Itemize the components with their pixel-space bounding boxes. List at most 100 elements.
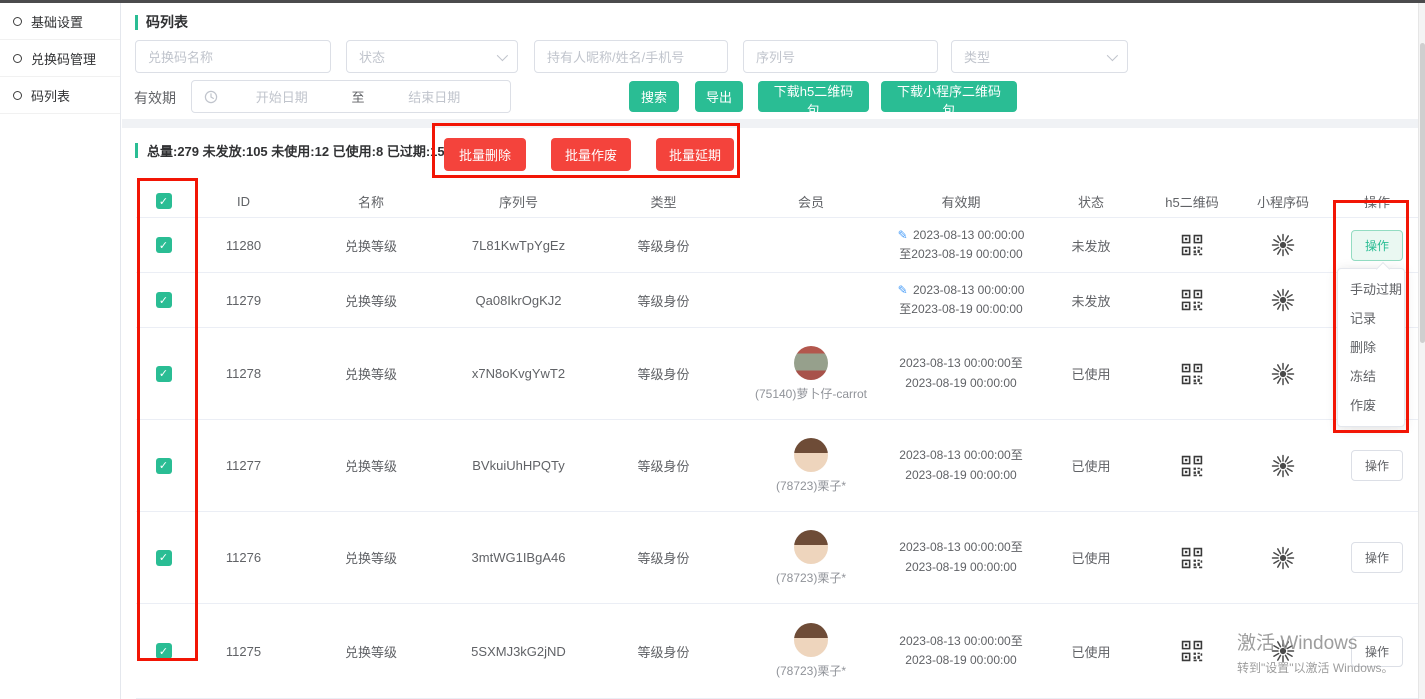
member-avatar bbox=[794, 438, 828, 472]
holder-input[interactable]: 持有人昵称/姓名/手机号 bbox=[534, 40, 728, 73]
chevron-down-icon bbox=[497, 49, 508, 60]
member-avatar bbox=[794, 530, 828, 564]
title-accent-bar bbox=[135, 15, 138, 30]
qr-code-icon bbox=[1181, 640, 1203, 662]
cell-serial: 3mtWG1IBgA46 bbox=[446, 550, 591, 565]
table-panel: 总量:279 未发放:105 未使用:12 已使用:8 已过期:154 批量删除… bbox=[122, 128, 1425, 699]
cell-type: 等级身份 bbox=[591, 236, 736, 255]
cell-serial: Qa08IkrOgKJ2 bbox=[446, 293, 591, 308]
member-label: (78723)栗子* bbox=[776, 569, 846, 586]
range-separator: 至 bbox=[346, 87, 371, 106]
cell-miniprogram-code bbox=[1238, 454, 1328, 478]
validity-line1: 2023-08-13 00:00:00 bbox=[913, 228, 1024, 242]
sidebar-item-basic-settings[interactable]: 基础设置 bbox=[0, 3, 120, 40]
serial-input[interactable]: 序列号 bbox=[743, 40, 938, 73]
start-date-input[interactable]: 开始日期 bbox=[218, 87, 346, 106]
export-button[interactable]: 导出 bbox=[695, 81, 743, 112]
menu-item-records[interactable]: 记录 bbox=[1338, 304, 1404, 333]
cell-type: 等级身份 bbox=[591, 548, 736, 567]
header-validity: 有效期 bbox=[886, 192, 1036, 211]
action-dropdown-menu: 手动过期 记录 删除 冻结 作废 bbox=[1337, 268, 1405, 427]
menu-item-delete[interactable]: 删除 bbox=[1338, 333, 1404, 362]
table-row: ✓11275兑换等级5SXMJ3kG2jND等级身份(78723)栗子*2023… bbox=[136, 604, 1425, 699]
cell-type: 等级身份 bbox=[591, 456, 736, 475]
row-action-button[interactable]: 操作 bbox=[1351, 636, 1403, 667]
cell-validity: 2023-08-13 00:00:00至2023-08-19 00:00:00 bbox=[886, 538, 1036, 576]
cell-member: (75140)萝卜仔-carrot bbox=[736, 346, 886, 402]
page-title: 码列表 bbox=[135, 12, 188, 32]
row-action-button[interactable]: 操作 bbox=[1351, 542, 1403, 573]
cell-serial: 5SXMJ3kG2jND bbox=[446, 644, 591, 659]
table-row: ✓11276兑换等级3mtWG1IBgA46等级身份(78723)栗子*2023… bbox=[136, 512, 1425, 604]
status-select-placeholder: 状态 bbox=[359, 47, 385, 66]
edit-pencil-icon[interactable]: ✎ bbox=[898, 228, 911, 242]
download-miniprogram-qr-package-button[interactable]: 下载小程序二维码包 bbox=[881, 81, 1017, 112]
sidebar: 基础设置 兑换码管理 码列表 bbox=[0, 3, 121, 699]
row-action-button[interactable]: 操作 bbox=[1351, 230, 1403, 261]
mini-program-code-icon bbox=[1271, 288, 1295, 312]
cell-name: 兑换等级 bbox=[296, 456, 446, 475]
batch-invalidate-button[interactable]: 批量作废 bbox=[551, 138, 631, 171]
member-label: (75140)萝卜仔-carrot bbox=[755, 385, 867, 402]
menu-item-freeze[interactable]: 冻结 bbox=[1338, 362, 1404, 391]
menu-item-manual-expire[interactable]: 手动过期 bbox=[1338, 275, 1404, 304]
status-select[interactable]: 状态 bbox=[346, 40, 518, 73]
search-button[interactable]: 搜索 bbox=[629, 81, 679, 112]
end-date-input[interactable]: 结束日期 bbox=[371, 87, 499, 106]
header-actions: 操作 bbox=[1328, 192, 1425, 211]
row-checkbox[interactable]: ✓ bbox=[156, 292, 172, 308]
cell-serial: BVkuiUhHPQTy bbox=[446, 458, 591, 473]
scrollbar-thumb[interactable] bbox=[1420, 43, 1425, 343]
member-label: (78723)栗子* bbox=[776, 477, 846, 494]
cell-status: 已使用 bbox=[1036, 642, 1146, 661]
row-checkbox[interactable]: ✓ bbox=[156, 237, 172, 253]
row-action-button[interactable]: 操作 bbox=[1351, 450, 1403, 481]
cell-h5-qr bbox=[1146, 547, 1238, 569]
cell-status: 未发放 bbox=[1036, 236, 1146, 255]
cell-h5-qr bbox=[1146, 640, 1238, 662]
header-member: 会员 bbox=[736, 192, 886, 211]
type-select[interactable]: 类型 bbox=[951, 40, 1128, 73]
header-type: 类型 bbox=[591, 192, 736, 211]
row-checkbox[interactable]: ✓ bbox=[156, 550, 172, 566]
cell-miniprogram-code bbox=[1238, 288, 1328, 312]
vertical-scrollbar[interactable] bbox=[1418, 3, 1425, 699]
member-avatar bbox=[794, 623, 828, 657]
mini-program-code-icon bbox=[1271, 233, 1295, 257]
member-avatar bbox=[794, 346, 828, 380]
sidebar-item-code-management[interactable]: 兑换码管理 bbox=[0, 40, 120, 77]
sidebar-item-code-list[interactable]: 码列表 bbox=[0, 77, 120, 114]
sidebar-item-label: 兑换码管理 bbox=[31, 49, 96, 68]
codes-table: ✓ ID 名称 序列号 类型 会员 有效期 状态 h5二维码 小程序码 操作 ✓… bbox=[136, 185, 1425, 699]
cell-name: 兑换等级 bbox=[296, 642, 446, 661]
edit-pencil-icon[interactable]: ✎ bbox=[898, 283, 911, 297]
cell-status: 未发放 bbox=[1036, 291, 1146, 310]
cell-member: (78723)栗子* bbox=[736, 623, 886, 679]
cell-miniprogram-code bbox=[1238, 639, 1328, 663]
table-row: ✓11278兑换等级x7N8oKvgYwT2等级身份(75140)萝卜仔-car… bbox=[136, 328, 1425, 420]
cell-validity: 2023-08-13 00:00:00至 2023-08-19 00:00:00 bbox=[886, 446, 1036, 484]
summary-accent-bar bbox=[135, 143, 138, 158]
validity-line1: 2023-08-13 00:00:00至 bbox=[899, 448, 1022, 462]
row-checkbox[interactable]: ✓ bbox=[156, 458, 172, 474]
batch-extend-button[interactable]: 批量延期 bbox=[656, 138, 734, 171]
chevron-down-icon bbox=[1107, 49, 1118, 60]
date-range-picker[interactable]: 开始日期 至 结束日期 bbox=[191, 80, 511, 113]
sidebar-item-label: 码列表 bbox=[31, 86, 70, 105]
menu-item-invalidate[interactable]: 作废 bbox=[1338, 391, 1404, 420]
code-name-input[interactable]: 兑换码名称 bbox=[135, 40, 331, 73]
qr-code-icon bbox=[1181, 234, 1203, 256]
cell-name: 兑换等级 bbox=[296, 364, 446, 383]
cell-serial: x7N8oKvgYwT2 bbox=[446, 366, 591, 381]
row-checkbox[interactable]: ✓ bbox=[156, 366, 172, 382]
cell-id: 11276 bbox=[191, 550, 296, 565]
validity-line2: 2023-08-19 00:00:00 bbox=[905, 466, 1016, 485]
table-row: ✓11280兑换等级7L81KwTpYgEz等级身份✎ 2023-08-13 0… bbox=[136, 218, 1425, 273]
header-name: 名称 bbox=[296, 192, 446, 211]
batch-delete-button[interactable]: 批量删除 bbox=[444, 138, 526, 171]
download-h5-qr-package-button[interactable]: 下载h5二维码包 bbox=[758, 81, 869, 112]
select-all-checkbox[interactable]: ✓ bbox=[156, 193, 172, 209]
type-select-placeholder: 类型 bbox=[964, 47, 990, 66]
qr-code-icon bbox=[1181, 289, 1203, 311]
row-checkbox[interactable]: ✓ bbox=[156, 643, 172, 659]
